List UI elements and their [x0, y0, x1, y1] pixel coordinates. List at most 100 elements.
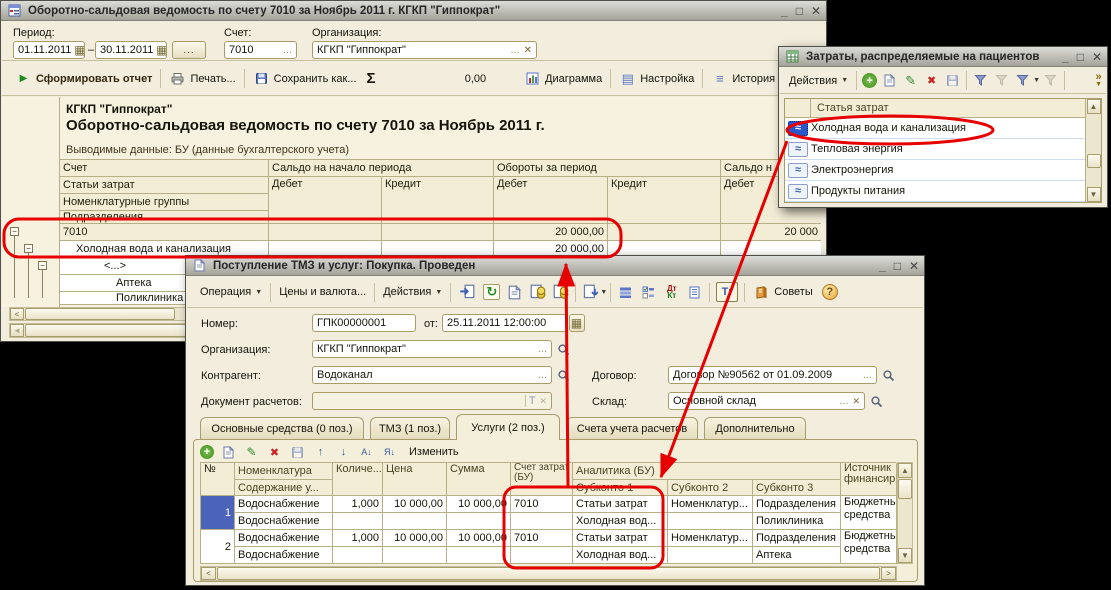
scroll-left-button[interactable]: <: [201, 567, 216, 580]
account-choose-button[interactable]: ...: [283, 44, 292, 56]
costs-vscrollbar[interactable]: ▲ ▼: [1085, 99, 1101, 202]
maximize-button[interactable]: □: [1077, 50, 1084, 64]
contract-input[interactable]: Договор №90562 от 01.09.2009...: [668, 366, 877, 384]
scroll-right-button[interactable]: >: [881, 567, 896, 580]
change-button[interactable]: Изменить: [404, 441, 464, 463]
calendar-icon[interactable]: ▦: [153, 42, 167, 58]
cell-sub3-value[interactable]: Аптека: [753, 547, 841, 564]
cell-empty[interactable]: [447, 547, 511, 564]
close-button[interactable]: ✕: [909, 259, 919, 273]
help-button[interactable]: ?: [822, 284, 838, 300]
cell-sub2[interactable]: Номенклатур...: [668, 530, 753, 547]
add-row-button[interactable]: +: [200, 445, 214, 459]
warehouse-input[interactable]: Основной склад... ✕: [668, 392, 865, 410]
report-cell[interactable]: [382, 224, 494, 241]
cell-empty[interactable]: [668, 513, 753, 530]
move-up-button[interactable]: ↑: [312, 444, 329, 460]
scrollbar-thumb[interactable]: [217, 567, 880, 580]
cell-content[interactable]: Водоснабжение: [235, 547, 333, 564]
move-down-button[interactable]: ↓: [335, 444, 352, 460]
copy-document-button[interactable]: [506, 284, 523, 300]
copy-row-button[interactable]: [220, 444, 237, 460]
tree-collapse-toggle[interactable]: −: [10, 227, 19, 236]
org-input[interactable]: КГКП "Гиппократ" ... ✕: [312, 41, 537, 59]
tree-collapse-toggle[interactable]: −: [38, 261, 47, 270]
checklist-button[interactable]: [640, 284, 657, 300]
choose-button[interactable]: ...: [863, 369, 872, 381]
tab-fixed-assets[interactable]: Основные средства (0 поз.): [200, 417, 364, 440]
scroll-left-button[interactable]: <: [10, 308, 24, 320]
org-clear-button[interactable]: ✕: [524, 45, 532, 56]
org-open-button[interactable]: [555, 341, 572, 357]
report-cell[interactable]: [608, 224, 721, 241]
period-to-input[interactable]: 30.11.2011 ▦: [95, 41, 167, 59]
cell-empty[interactable]: [383, 513, 447, 530]
edit-button[interactable]: ✎: [902, 73, 919, 89]
tab-additional[interactable]: Дополнительно: [704, 417, 806, 440]
tab-services[interactable]: Услуги (2 поз.): [456, 414, 560, 440]
minimize-button[interactable]: _: [1062, 50, 1069, 64]
fill-button[interactable]: [581, 284, 598, 300]
cell-empty[interactable]: [333, 513, 383, 530]
date-input[interactable]: 25.11.2011 12:00:00: [442, 314, 568, 332]
cell-empty[interactable]: [447, 513, 511, 530]
cell-sum[interactable]: 10 000,00: [447, 496, 511, 513]
edit-row-button[interactable]: ✎: [243, 444, 260, 460]
print-button[interactable]: Печать...: [164, 68, 240, 90]
more-buttons-button[interactable]: »▼: [1095, 73, 1102, 89]
close-button[interactable]: ✕: [811, 4, 821, 18]
cell-sub3-value[interactable]: Поликлиника: [753, 513, 841, 530]
generate-report-button[interactable]: ▶ Сформировать отчет: [10, 68, 157, 90]
cell-empty[interactable]: [383, 547, 447, 564]
cell-source[interactable]: Бюджетньсредства: [841, 496, 897, 530]
list-item[interactable]: ≈ Продукты питания: [785, 181, 1085, 202]
tree-collapse-toggle[interactable]: −: [24, 244, 33, 253]
save-as-button[interactable]: Сохранить как...: [248, 68, 362, 90]
contractor-input[interactable]: Водоканал...: [312, 366, 552, 384]
goods-return-icon[interactable]: [552, 284, 569, 300]
table-vscrollbar[interactable]: ▲ ▼: [897, 462, 913, 564]
actions-button[interactable]: Действия▼: [378, 281, 447, 303]
org-input[interactable]: КГКП "Гиппократ"...: [312, 340, 552, 358]
list-item[interactable]: ≈ Тепловая энергия: [785, 139, 1085, 160]
filter-set-button[interactable]: [972, 73, 989, 89]
settle-doc-input[interactable]: T ✕: [312, 392, 552, 410]
delete-button[interactable]: ✖: [923, 73, 940, 89]
contractor-open-button[interactable]: [555, 367, 572, 383]
cell-empty[interactable]: [511, 547, 573, 564]
doc-titlebar[interactable]: Поступление ТМЗ и услуг: Покупка. Провед…: [186, 256, 924, 276]
scroll-up-button[interactable]: ▲: [898, 463, 912, 478]
add-button[interactable]: +: [862, 73, 877, 88]
tab-settlement-accounts[interactable]: Счета учета расчетов: [566, 417, 698, 440]
post-document-button[interactable]: [457, 283, 477, 301]
row-number[interactable]: 1: [201, 496, 235, 530]
tab-tmz[interactable]: ТМЗ (1 поз.): [370, 417, 450, 440]
cell-cost-account[interactable]: 7010: [511, 530, 573, 547]
cell-sum[interactable]: 10 000,00: [447, 530, 511, 547]
cell-sub1-value[interactable]: Холодная вод...: [573, 547, 668, 564]
minimize-button[interactable]: _: [879, 259, 886, 273]
report-cell-turnover-debit[interactable]: 20 000,00: [494, 224, 608, 241]
cell-source[interactable]: Бюджетньсредства: [841, 530, 897, 564]
cell-price[interactable]: 10 000,00: [383, 530, 447, 547]
cell-sub3-type[interactable]: Подразделения: [753, 496, 841, 513]
cell-empty[interactable]: [668, 547, 753, 564]
column-header-cost-item[interactable]: Статья затрат: [811, 102, 889, 114]
cell-empty[interactable]: [511, 513, 573, 530]
account-input[interactable]: 7010 ...: [224, 41, 297, 59]
filter-history-button[interactable]: [1014, 73, 1031, 89]
goods-receipt-icon[interactable]: [529, 284, 546, 300]
cell-content[interactable]: Водоснабжение: [235, 513, 333, 530]
delete-row-button[interactable]: ✖: [266, 444, 283, 460]
period-select-button[interactable]: ...: [172, 41, 206, 59]
prices-currency-button[interactable]: Цены и валюта...: [274, 281, 371, 303]
cell-qty[interactable]: 1,000: [333, 530, 383, 547]
row-number[interactable]: 2: [201, 530, 235, 564]
warehouse-clear-button[interactable]: ✕: [852, 396, 860, 407]
cell-price[interactable]: 10 000,00: [383, 496, 447, 513]
diagram-button[interactable]: Диаграмма: [519, 68, 607, 90]
cell-qty[interactable]: 1,000: [333, 496, 383, 513]
scroll-left-button[interactable]: ◄: [10, 324, 24, 337]
repost-button[interactable]: ↻: [483, 284, 500, 300]
choose-button[interactable]: ...: [538, 369, 547, 381]
